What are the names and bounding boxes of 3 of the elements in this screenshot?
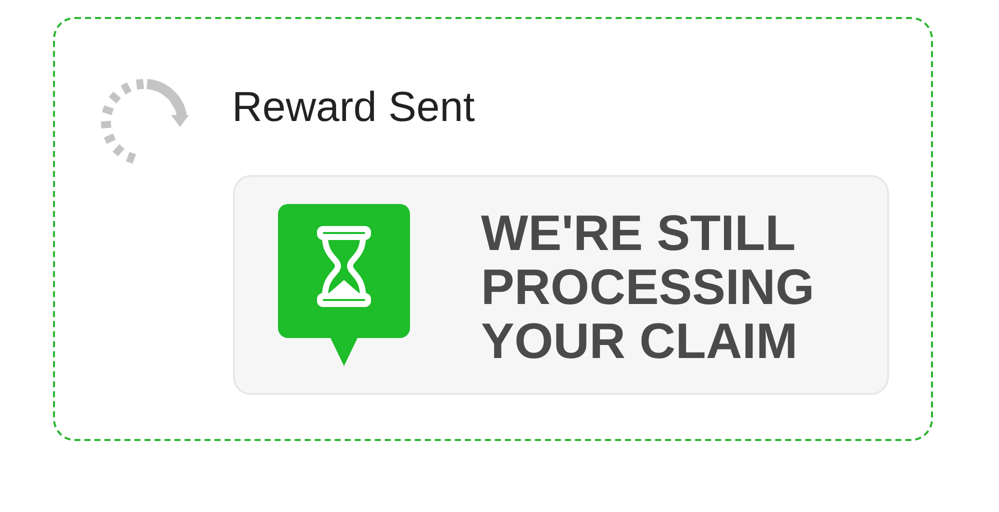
reward-title: Reward Sent: [232, 83, 475, 131]
hourglass-icon: [278, 204, 410, 368]
status-message: WE'RE STILL PROCESSING YOUR CLAIM: [481, 206, 814, 368]
